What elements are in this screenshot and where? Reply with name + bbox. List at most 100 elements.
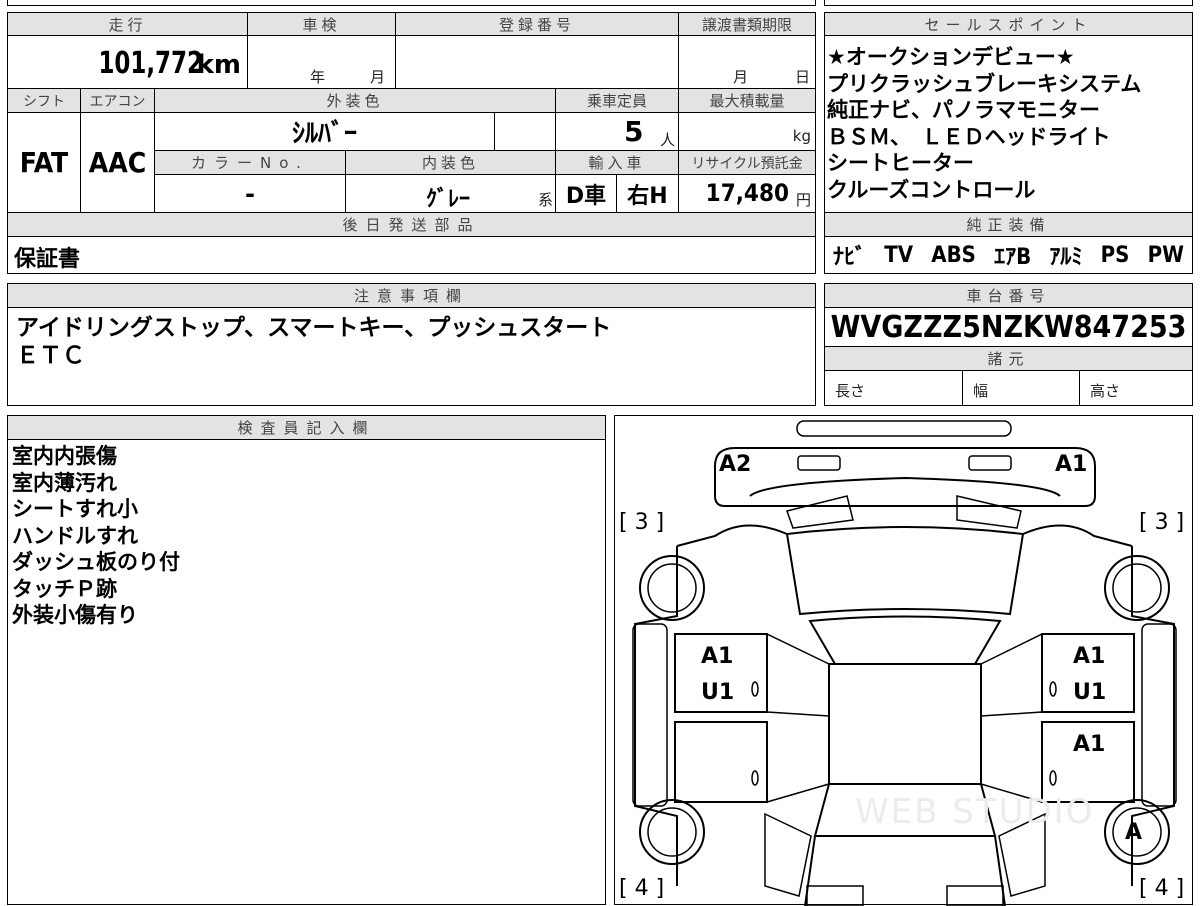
- right-fender-line: [1022, 524, 1133, 547]
- left-front-handle: [751, 681, 759, 697]
- aircon-value: AAC: [80, 112, 155, 213]
- capacity-cell: 5 人: [555, 112, 679, 151]
- maxload-header: 最大積載量: [678, 88, 816, 113]
- wheel-front-right-inner: [1112, 563, 1162, 613]
- inspector-header: 検査員記入欄: [7, 415, 606, 440]
- wheel-rear-left: [639, 799, 705, 865]
- notes-section: 注意事項欄 アイドリングストップ、スマートキー、プッシュスタート ＥＴＣ: [7, 283, 816, 406]
- sales-point-line: プリクラッシュブレーキシステム: [827, 71, 1142, 96]
- inspection-cell: 年 月: [247, 35, 396, 89]
- maxload-unit: kg: [792, 127, 811, 145]
- color-no-header: カラーNo.: [154, 150, 346, 175]
- headlight-left-outline: [797, 455, 841, 471]
- sales-point-line: ★オークションデビュー★: [827, 45, 1075, 69]
- sales-point-line: シートヒーター: [827, 151, 974, 175]
- inspection-header: 車検: [247, 12, 396, 36]
- mileage-value: 101,772: [98, 46, 203, 81]
- inspector-note: 室内薄汚れ: [12, 470, 117, 495]
- capacity-header: 乗車定員: [555, 88, 679, 113]
- inspector-note: シートすれ小: [12, 497, 138, 521]
- maxload-cell: kg: [678, 112, 816, 151]
- registration-header: 登録番号: [395, 12, 679, 36]
- spec-table: 走行 車検 登録番号 譲渡書類期限 101,772 km 年 月 月 日 シフト…: [7, 0, 816, 274]
- equipment-header: 純正装備: [824, 212, 1193, 237]
- recycle-unit: 円: [795, 191, 811, 209]
- spec-height-label: 高さ: [1090, 382, 1121, 400]
- rear-left-panel: [764, 812, 812, 897]
- sales-lines: ★オークションデビュー★ プリクラッシュブレーキシステム 純正ナビ、パノラマモニター…: [827, 44, 1192, 203]
- inspector-note: 外装小傷有り: [12, 603, 138, 627]
- spec-width-label: 幅: [973, 382, 989, 400]
- tire-front-left-label: [ 3 ]: [619, 510, 665, 535]
- spec-width-cell: 幅: [962, 370, 1080, 406]
- inspector-note: 室内内張傷: [12, 444, 117, 468]
- inspector-note: ダッシュ板のり付: [12, 550, 180, 574]
- interior-header: 内装色: [345, 150, 556, 175]
- import-header: 輸入車: [555, 150, 679, 175]
- inspector-note: タッチＰ跡: [12, 576, 117, 601]
- recycle-value: 17,480: [705, 179, 789, 207]
- recycle-header: リサイクル預託金: [678, 150, 816, 175]
- rear-spoiler-outline: [796, 420, 1012, 437]
- left-rear-handle: [751, 770, 759, 786]
- inspection-year-unit: 年: [310, 68, 326, 86]
- interior-value: ｸﾞﾚｰ: [426, 187, 471, 212]
- equipment-item: ｱﾙﾐ: [1049, 245, 1083, 270]
- spec-length-cell: 長さ: [824, 370, 963, 406]
- left-rear-door: [674, 721, 768, 803]
- interior-suffix: 系: [537, 191, 553, 209]
- specs-header: 諸元: [824, 346, 1193, 371]
- exterior-value: ｼﾙﾊﾞｰ: [154, 112, 495, 151]
- aircon-header: エアコン: [80, 88, 155, 113]
- diagram-front-right-label: A1: [1055, 452, 1088, 477]
- later-parts-cell: 保証書: [7, 236, 816, 274]
- registration-cell: [395, 35, 679, 89]
- later-parts-value: 保証書: [14, 247, 81, 272]
- interior-cell: ｸﾞﾚｰ 系: [345, 174, 556, 213]
- notes-body: アイドリングストップ、スマートキー、プッシュスタート ＥＴＣ: [7, 307, 816, 406]
- spec-length-label: 長さ: [835, 382, 866, 400]
- transfer-header: 譲渡書類期限: [678, 12, 816, 36]
- grille-left: [786, 495, 854, 529]
- inspector-body: 室内内張傷 室内薄汚れ シートすれ小 ハンドルすれ ダッシュ板のり付 タッチＰ跡 外装小傷有…: [7, 439, 606, 905]
- sales-header: セールスポイント: [824, 12, 1193, 36]
- top-sliver: [7, 0, 816, 6]
- rear-right-wheel-label: A: [1125, 820, 1143, 845]
- equipment-item: TV: [884, 242, 914, 268]
- later-parts-header: 後日発送部品: [7, 212, 816, 237]
- capacity-value: 5: [624, 115, 644, 148]
- right-door-links: [980, 633, 1043, 803]
- equipment-item: ｴｱB: [994, 245, 1032, 270]
- equipment-item: ABS: [931, 242, 976, 268]
- roof-outline: [828, 663, 982, 785]
- chassis-header: 車台番号: [824, 283, 1193, 308]
- recycle-cell: 17,480 円: [678, 174, 816, 213]
- right-rear-handle: [1049, 770, 1057, 786]
- equipment-items: ﾅﾋﾞ TV ABS ｴｱB ｱﾙﾐ PS PW: [825, 237, 1192, 273]
- mileage-unit: km: [196, 50, 241, 80]
- chassis-value: WVGZZZ5NZKW847253: [824, 307, 1193, 347]
- sales-body: ★オークションデビュー★ プリクラッシュブレーキシステム 純正ナビ、パノラマモニター…: [824, 35, 1193, 213]
- front-roof-outline: [808, 615, 1002, 665]
- inspection-month-unit: 月: [370, 68, 386, 86]
- watermark-text: WEB STUDIO: [855, 792, 1095, 832]
- mileage-header: 走行: [7, 12, 248, 36]
- transfer-cell: 月 日: [678, 35, 816, 89]
- import-dealer: D車: [555, 174, 617, 213]
- equipment-body: ﾅﾋﾞ TV ABS ｴｱB ｱﾙﾐ PS PW: [824, 236, 1193, 274]
- color-no-value: -: [154, 174, 346, 213]
- sales-top-sliver: [824, 0, 1193, 6]
- capacity-unit: 人: [660, 131, 676, 149]
- inspector-section: 検査員記入欄 室内内張傷 室内薄汚れ シートすれ小 ハンドルすれ ダッシュ板のり付 タッチ…: [7, 415, 606, 905]
- transfer-day-unit: 日: [795, 68, 811, 86]
- wheel-front-left-inner: [647, 563, 697, 613]
- import-handle: 右H: [616, 174, 679, 213]
- right-door-front-label-1: A1: [1073, 644, 1106, 669]
- exterior-extra: [494, 112, 556, 151]
- right-door-rear-label: A1: [1073, 732, 1106, 757]
- tire-rear-left-label: [ 4 ]: [619, 876, 665, 901]
- sales-section: セールスポイント ★オークションデビュー★ プリクラッシュブレーキシステム 純正ナビ…: [824, 0, 1193, 274]
- right-door-front-label-2: U1: [1073, 680, 1107, 705]
- left-mirror-strip: [632, 623, 668, 807]
- sales-point-line: 純正ナビ、パノラマモニター: [827, 98, 1100, 122]
